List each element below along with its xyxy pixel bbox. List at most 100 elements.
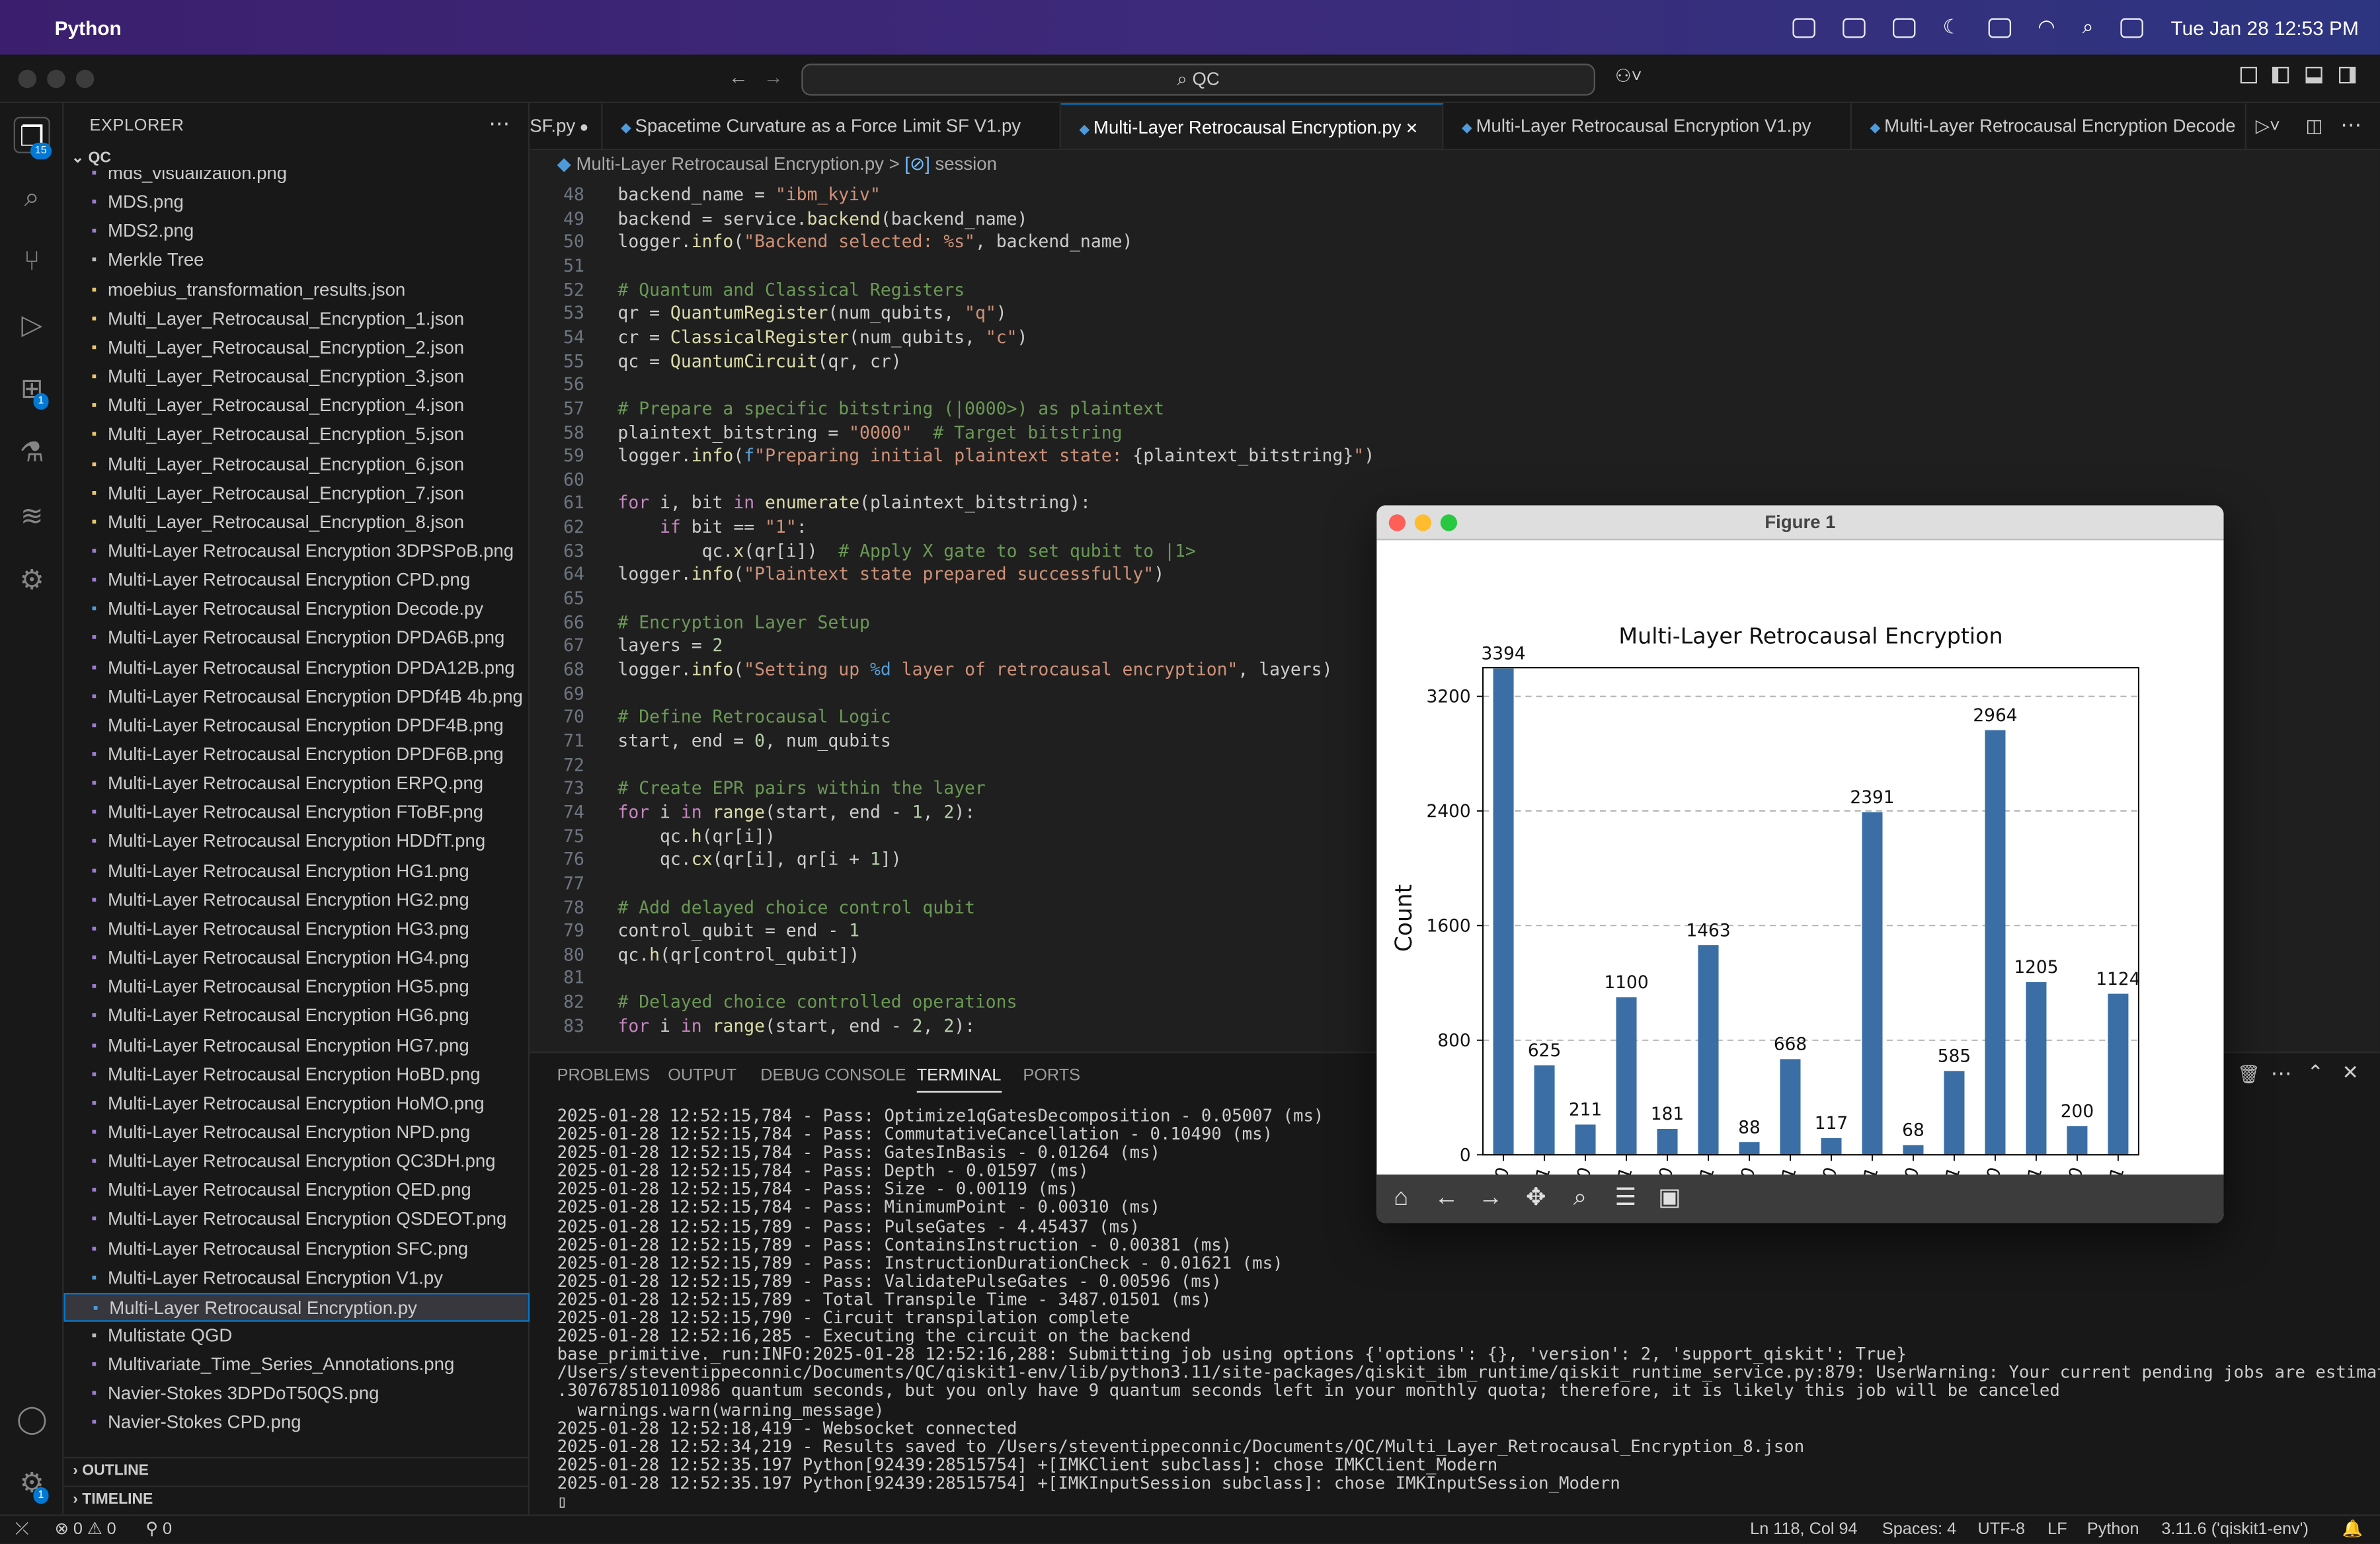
more-actions-icon[interactable]: ⋯: [2271, 1061, 2292, 1087]
file-item[interactable]: ▪ Multi-Layer Retrocausal Encryption FToB…: [63, 798, 530, 828]
zoom-figure-button[interactable]: [1440, 514, 1458, 531]
trash-icon[interactable]: 🗑: [2237, 1063, 2260, 1085]
search-icon[interactable]: ⌕: [14, 179, 50, 215]
python-interpreter[interactable]: 3.11.6 ('qiskit1-env'): [2161, 1516, 2309, 1543]
toggle-sidebar-icon[interactable]: [2240, 67, 2258, 84]
toggle-primary-sidebar-icon[interactable]: [2272, 67, 2289, 84]
file-item[interactable]: ▪ Merkle Tree: [63, 247, 530, 276]
code-line[interactable]: control_qubit = end - 1: [617, 920, 859, 941]
file-item[interactable]: ▪ Multi_Layer_Retrocausal_Encryption_3.js…: [63, 363, 530, 392]
code-line[interactable]: for i in range(start, end - 2, 2):: [617, 1015, 975, 1036]
file-item[interactable]: ▪ Multivariate_Time_Series_Annotations.pn…: [63, 1351, 530, 1380]
toggle-secondary-sidebar-icon[interactable]: [2338, 67, 2356, 84]
code-line[interactable]: # Quantum and Classical Registers: [617, 279, 965, 300]
status-icon[interactable]: [1792, 17, 1815, 38]
file-item[interactable]: ▪ Navier-Stokes 3DPDoT50QS.png: [63, 1380, 530, 1409]
forward-arrow-icon[interactable]: →: [764, 65, 783, 88]
notifications-bell-icon[interactable]: 🔔: [2342, 1516, 2363, 1543]
code-line[interactable]: # Prepare a specific bitstring (|0000>) …: [617, 397, 1164, 418]
close-figure-button[interactable]: [1388, 514, 1406, 531]
app-name[interactable]: Python: [55, 16, 122, 38]
code-line[interactable]: for i, bit in enumerate(plaintext_bitstr…: [617, 492, 1090, 514]
code-line[interactable]: # Define Retrocausal Logic: [617, 706, 891, 727]
control-center-icon[interactable]: [2120, 17, 2144, 38]
file-item[interactable]: ▪ Multi-Layer Retrocausal Encryption QED.…: [63, 1177, 530, 1206]
menubar-clock[interactable]: Tue Jan 28 12:53 PM: [2171, 16, 2359, 38]
file-item[interactable]: ▪ Multi-Layer Retrocausal Encryption SFC.…: [63, 1235, 530, 1264]
remote-icon[interactable]: ⤫: [15, 1516, 28, 1543]
file-item[interactable]: ▪ Multistate QGD: [63, 1322, 530, 1351]
code-line[interactable]: logger.info(f"Preparing initial plaintex…: [617, 445, 1374, 466]
close-window-button[interactable]: [18, 69, 37, 89]
docker-icon[interactable]: ≋: [14, 498, 50, 534]
breadcrumb-file[interactable]: Multi-Layer Retrocausal Encryption.py: [576, 153, 884, 174]
code-line[interactable]: plaintext_bitstring = "0000" # Target bi…: [617, 421, 1122, 442]
minimize-figure-button[interactable]: [1414, 514, 1432, 531]
more-actions-icon[interactable]: ⋯: [489, 111, 510, 137]
editor-tab[interactable]: ◆ Spacetime Curvature as a Force Limit S…: [602, 103, 1061, 149]
code-line[interactable]: logger.info("Plaintext state prepared su…: [617, 564, 1164, 585]
copilot-icon[interactable]: ⚇˅: [1615, 65, 1642, 87]
zoom-window-button[interactable]: [75, 69, 95, 89]
battery-icon[interactable]: [1987, 17, 2011, 38]
file-item[interactable]: ▪ mds_visualization.png: [63, 170, 530, 188]
code-line[interactable]: qc.cx(qr[i], qr[i + 1]): [617, 849, 902, 870]
forward-arrow-icon[interactable]: →: [1474, 1182, 1507, 1216]
source-control-icon[interactable]: ⑂: [14, 243, 50, 279]
moon-icon[interactable]: ☾: [1943, 15, 1961, 40]
tab-terminal[interactable]: TERMINAL: [916, 1067, 1002, 1093]
file-item[interactable]: ▪ Multi_Layer_Retrocausal_Encryption_5.js…: [63, 421, 530, 450]
code-line[interactable]: backend_name = "ibm_kyiv": [617, 184, 880, 205]
zoom-icon[interactable]: ⌕: [1564, 1182, 1597, 1216]
file-item[interactable]: ▪ Multi-Layer Retrocausal Encryption HG2.…: [63, 886, 530, 915]
indentation[interactable]: Spaces: 4: [1882, 1516, 1956, 1543]
breadcrumb-symbol[interactable]: session: [935, 153, 997, 174]
terminal-cursor[interactable]: ▯: [557, 1492, 2379, 1512]
file-item[interactable]: ▪ Multi-Layer Retrocausal Encryption DPDA…: [63, 653, 530, 682]
file-item[interactable]: ▪ Multi-Layer Retrocausal Encryption HoBD…: [63, 1060, 530, 1089]
editor-tab[interactable]: SF.py ●: [530, 103, 603, 149]
file-item[interactable]: ▪ Multi-Layer Retrocausal Encryption HG5.…: [63, 973, 530, 1002]
tab-ports[interactable]: PORTS: [1023, 1067, 1080, 1085]
back-arrow-icon[interactable]: ←: [729, 65, 748, 88]
file-item[interactable]: ▪ Multi-Layer Retrocausal Encryption NPD.…: [63, 1118, 530, 1147]
file-item[interactable]: ▪ Multi-Layer Retrocausal Encryption.py: [63, 1292, 530, 1322]
file-item[interactable]: ▪ Multi_Layer_Retrocausal_Encryption_1.js…: [63, 305, 530, 334]
tab-debug-console[interactable]: DEBUG CONSOLE: [760, 1067, 906, 1085]
file-item[interactable]: ▪ Multi-Layer Retrocausal Encryption DPDA…: [63, 625, 530, 654]
code-line[interactable]: logger.info("Setting up %d layer of retr…: [617, 658, 1332, 679]
file-item[interactable]: ▪ Multi_Layer_Retrocausal_Encryption_8.js…: [63, 508, 530, 537]
timeline-section[interactable]: › TIMELINE: [63, 1485, 530, 1515]
code-line[interactable]: if bit == "1":: [617, 516, 807, 537]
file-item[interactable]: ▪ MDS2.png: [63, 217, 530, 247]
split-editor-icon[interactable]: ◫: [2305, 115, 2322, 136]
testing-flask-icon[interactable]: ⚗: [14, 434, 50, 471]
file-item[interactable]: ▪ Multi-Layer Retrocausal Encryption 3DPS…: [63, 537, 530, 566]
editor-tab[interactable]: ◆ Multi-Layer Retrocausal Encryption.py …: [1060, 103, 1444, 149]
file-item[interactable]: ▪ MDS.png: [63, 188, 530, 217]
tab-output[interactable]: OUTPUT: [668, 1067, 736, 1085]
wifi-icon[interactable]: ◠: [2038, 15, 2055, 40]
file-item[interactable]: ▪ Multi-Layer Retrocausal Encryption DPDf…: [63, 682, 530, 711]
more-actions-icon[interactable]: ⋯: [2340, 112, 2361, 138]
minimize-window-button[interactable]: [47, 69, 65, 89]
code-line[interactable]: # Encryption Layer Setup: [617, 611, 870, 633]
file-item[interactable]: ▪ Multi-Layer Retrocausal Encryption DPDF…: [63, 740, 530, 769]
file-item[interactable]: ▪ Multi-Layer Retrocausal Encryption HG7.…: [63, 1031, 530, 1060]
file-item[interactable]: ▪ Multi-Layer Retrocausal Encryption QC3D…: [63, 1147, 530, 1177]
file-item[interactable]: ▪ Multi-Layer Retrocausal Encryption HoMO…: [63, 1089, 530, 1118]
code-line[interactable]: start, end = 0, num_qubits: [617, 730, 891, 751]
search-icon[interactable]: ⌕: [2082, 15, 2094, 40]
file-item[interactable]: ▪ Multi_Layer_Retrocausal_Encryption_2.js…: [63, 334, 530, 363]
unsaved-dot-icon[interactable]: ●: [575, 120, 589, 136]
code-line[interactable]: # Add delayed choice control qubit: [617, 896, 974, 917]
outline-section[interactable]: › OUTLINE: [63, 1457, 530, 1486]
run-python-icon[interactable]: ▷˅: [2256, 115, 2280, 136]
maximize-panel-icon[interactable]: ⌃: [2307, 1061, 2324, 1085]
file-item[interactable]: ▪ Multi_Layer_Retrocausal_Encryption_4.js…: [63, 392, 530, 421]
code-line[interactable]: qc = QuantumCircuit(qr, cr): [617, 350, 901, 371]
file-item[interactable]: ▪ Multi_Layer_Retrocausal_Encryption_7.js…: [63, 479, 530, 508]
configure-subplots-icon[interactable]: ☰: [1609, 1182, 1643, 1216]
file-item[interactable]: ▪ Multi-Layer Retrocausal Encryption HG6.…: [63, 1002, 530, 1031]
code-line[interactable]: # Create EPR pairs within the layer: [617, 777, 985, 798]
